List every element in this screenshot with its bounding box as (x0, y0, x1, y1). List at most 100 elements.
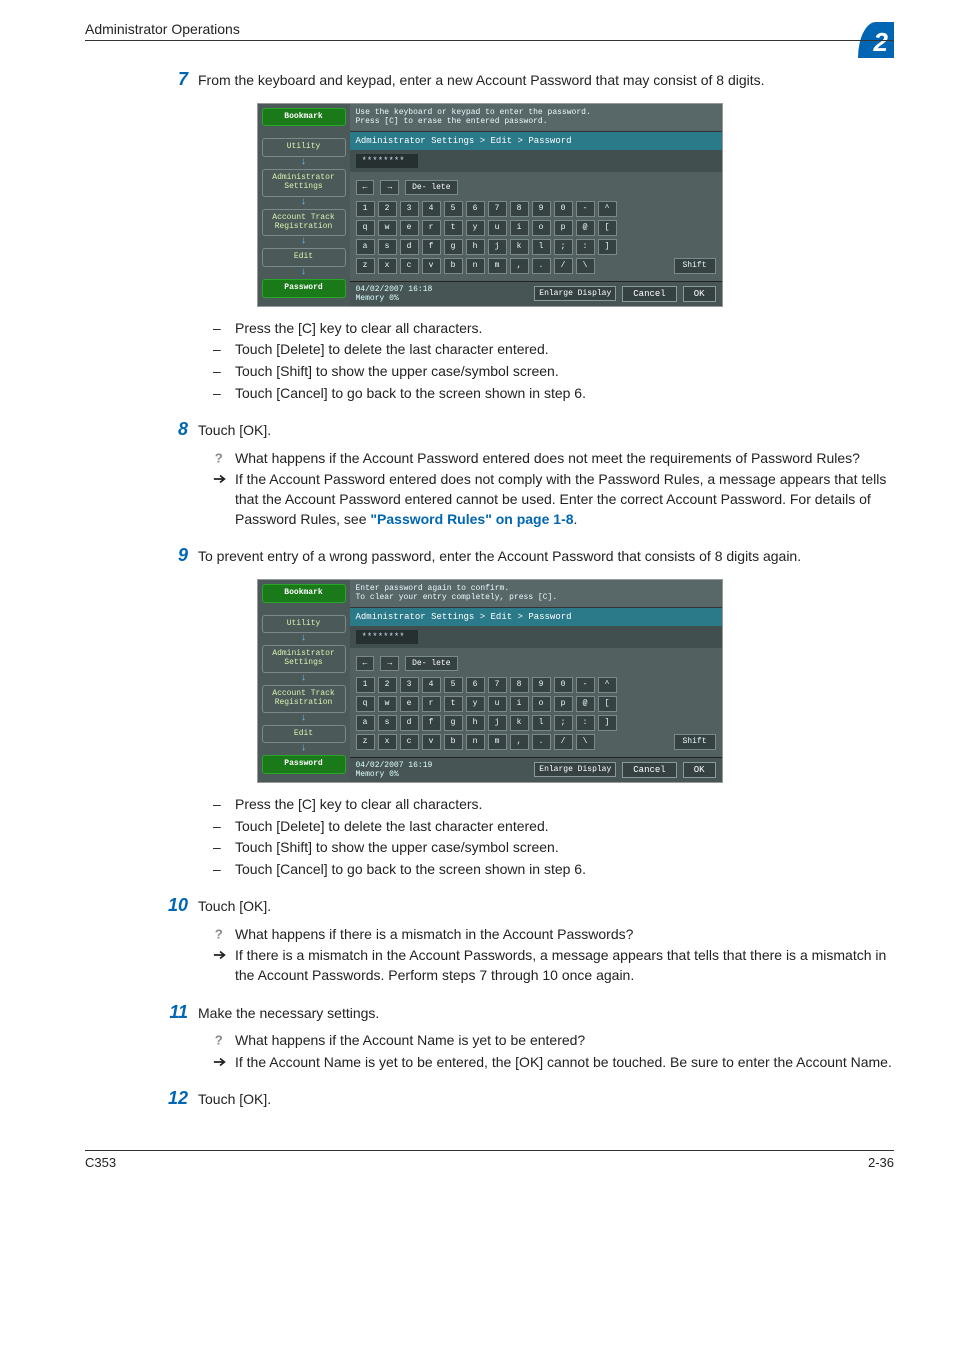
keyboard-key[interactable]: 9 (532, 201, 551, 217)
tab-account-track[interactable]: Account Track Registration (262, 209, 346, 237)
keyboard-key[interactable]: ^ (598, 201, 617, 217)
keyboard-key[interactable]: s (378, 239, 397, 255)
keyboard-key[interactable]: i (510, 696, 529, 712)
keyboard-key[interactable]: y (466, 696, 485, 712)
keyboard-key[interactable]: . (532, 258, 551, 274)
keyboard-key[interactable]: 7 (488, 677, 507, 693)
tab-utility[interactable]: Utility (262, 138, 346, 157)
tab-password[interactable]: Password (262, 279, 346, 298)
keyboard-key[interactable]: h (466, 715, 485, 731)
keyboard-key[interactable]: d (400, 239, 419, 255)
keyboard-key[interactable]: p (554, 696, 573, 712)
keyboard-key[interactable]: t (444, 696, 463, 712)
keyboard-key[interactable]: @ (576, 220, 595, 236)
keyboard-key[interactable]: t (444, 220, 463, 236)
keyboard-key[interactable]: o (532, 696, 551, 712)
keyboard-key[interactable]: l (532, 715, 551, 731)
keyboard-key[interactable]: 4 (422, 677, 441, 693)
keyboard-key[interactable]: , (510, 734, 529, 750)
tab-admin-settings[interactable]: Administrator Settings (262, 645, 346, 673)
enlarge-button[interactable]: Enlarge Display (534, 762, 616, 777)
keyboard-key[interactable]: , (510, 258, 529, 274)
keyboard-key[interactable]: m (488, 258, 507, 274)
keyboard-key[interactable]: : (576, 715, 595, 731)
keyboard-key[interactable]: h (466, 239, 485, 255)
tab-admin-settings[interactable]: Administrator Settings (262, 169, 346, 197)
keyboard-key[interactable]: 0 (554, 677, 573, 693)
password-field[interactable]: ******** (356, 630, 418, 644)
keyboard-key[interactable]: d (400, 715, 419, 731)
keyboard-key[interactable]: q (356, 696, 375, 712)
keyboard-key[interactable]: x (378, 258, 397, 274)
keyboard-key[interactable]: ] (598, 239, 617, 255)
keyboard-key[interactable]: v (422, 258, 441, 274)
keyboard-key[interactable]: 3 (400, 201, 419, 217)
keyboard-key[interactable]: 8 (510, 677, 529, 693)
ok-button[interactable]: OK (683, 286, 716, 302)
keyboard-key[interactable]: \ (576, 734, 595, 750)
keyboard-key[interactable]: m (488, 734, 507, 750)
keyboard-key[interactable]: 1 (356, 201, 375, 217)
keyboard-key[interactable]: 2 (378, 677, 397, 693)
keyboard-key[interactable]: w (378, 220, 397, 236)
keyboard-key[interactable]: s (378, 715, 397, 731)
keyboard-key[interactable]: / (554, 734, 573, 750)
keyboard-key[interactable]: - (576, 677, 595, 693)
tab-edit[interactable]: Edit (262, 248, 346, 267)
keyboard-key[interactable]: r (422, 220, 441, 236)
keyboard-key[interactable]: ; (554, 715, 573, 731)
tab-bookmark[interactable]: Bookmark (262, 584, 346, 603)
keyboard-key[interactable]: \ (576, 258, 595, 274)
keyboard-key[interactable]: o (532, 220, 551, 236)
keyboard-key[interactable]: i (510, 220, 529, 236)
keyboard-key[interactable]: @ (576, 696, 595, 712)
keyboard-key[interactable]: f (422, 715, 441, 731)
keyboard-key[interactable]: r (422, 696, 441, 712)
keyboard-key[interactable]: [ (598, 220, 617, 236)
cancel-button[interactable]: Cancel (622, 286, 676, 302)
cursor-left-button[interactable]: ← (356, 180, 375, 195)
enlarge-button[interactable]: Enlarge Display (534, 286, 616, 301)
cursor-left-button[interactable]: ← (356, 656, 375, 671)
keyboard-key[interactable]: - (576, 201, 595, 217)
keyboard-key[interactable]: / (554, 258, 573, 274)
keyboard-key[interactable]: n (466, 258, 485, 274)
shift-key[interactable]: Shift (674, 258, 716, 274)
tab-edit[interactable]: Edit (262, 725, 346, 744)
keyboard-key[interactable]: g (444, 715, 463, 731)
keyboard-key[interactable]: u (488, 220, 507, 236)
keyboard-key[interactable]: 1 (356, 677, 375, 693)
keyboard-key[interactable]: n (466, 734, 485, 750)
cancel-button[interactable]: Cancel (622, 762, 676, 778)
keyboard-key[interactable]: b (444, 734, 463, 750)
delete-button[interactable]: De- lete (405, 656, 457, 671)
tab-utility[interactable]: Utility (262, 615, 346, 634)
keyboard-key[interactable]: : (576, 239, 595, 255)
keyboard-key[interactable]: 6 (466, 201, 485, 217)
keyboard-key[interactable]: e (400, 696, 419, 712)
keyboard-key[interactable]: ] (598, 715, 617, 731)
keyboard-key[interactable]: w (378, 696, 397, 712)
keyboard-key[interactable]: 5 (444, 201, 463, 217)
password-rules-link[interactable]: "Password Rules" on page 1-8 (370, 511, 573, 527)
keyboard-key[interactable]: 4 (422, 201, 441, 217)
tab-password[interactable]: Password (262, 755, 346, 774)
keyboard-key[interactable]: a (356, 239, 375, 255)
keyboard-key[interactable]: g (444, 239, 463, 255)
keyboard-key[interactable]: l (532, 239, 551, 255)
tab-bookmark[interactable]: Bookmark (262, 108, 346, 127)
cursor-right-button[interactable]: → (380, 180, 399, 195)
keyboard-key[interactable]: z (356, 734, 375, 750)
keyboard-key[interactable]: f (422, 239, 441, 255)
keyboard-key[interactable]: 8 (510, 201, 529, 217)
keyboard-key[interactable]: 0 (554, 201, 573, 217)
keyboard-key[interactable]: j (488, 715, 507, 731)
keyboard-key[interactable]: c (400, 258, 419, 274)
keyboard-key[interactable]: c (400, 734, 419, 750)
password-field[interactable]: ******** (356, 154, 418, 168)
ok-button[interactable]: OK (683, 762, 716, 778)
keyboard-key[interactable]: u (488, 696, 507, 712)
keyboard-key[interactable]: 7 (488, 201, 507, 217)
keyboard-key[interactable]: b (444, 258, 463, 274)
keyboard-key[interactable]: ^ (598, 677, 617, 693)
